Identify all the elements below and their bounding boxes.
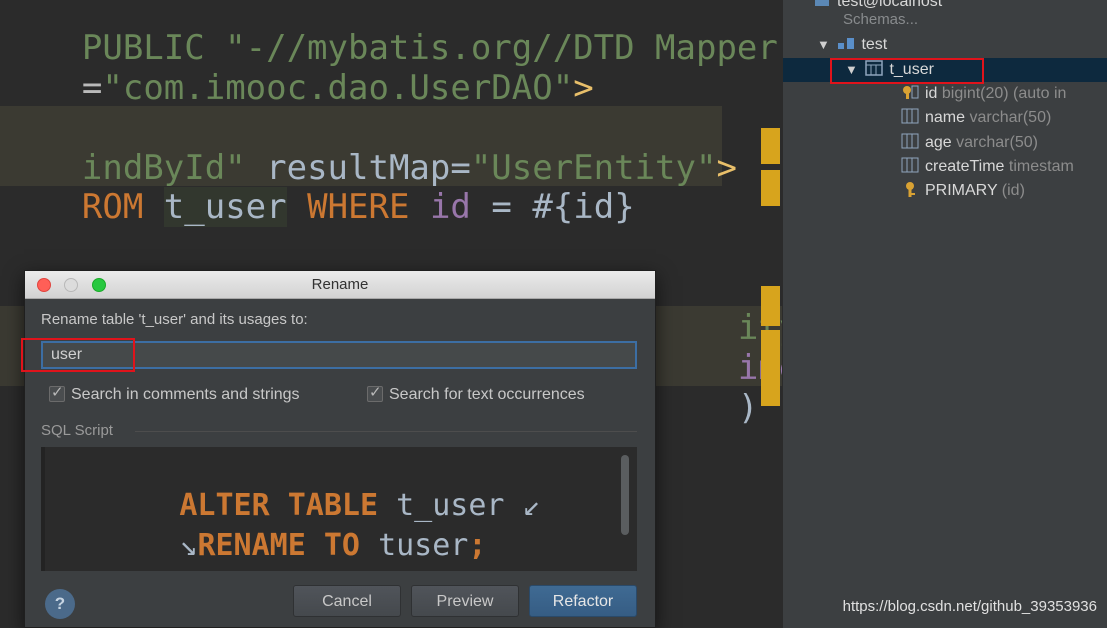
change-marker[interactable] xyxy=(761,330,780,406)
column-name: createTime xyxy=(925,158,1005,175)
soft-wrap-icon: ↙ xyxy=(522,488,541,523)
scrollbar-thumb[interactable] xyxy=(621,455,629,535)
change-marker[interactable] xyxy=(761,286,780,326)
code-line-4: ROM t_user WHERE id = #{id} xyxy=(0,147,635,267)
column-icon xyxy=(901,133,919,149)
dialog-title: Rename xyxy=(311,276,369,293)
sql-identifier: tuser xyxy=(378,528,469,563)
tree-item-column-name[interactable]: name varchar(50) xyxy=(901,106,1051,130)
annotation-box-table xyxy=(830,58,984,84)
search-comments-checkbox[interactable]: Search in comments and strings xyxy=(49,383,300,405)
sql-keyword: WHERE xyxy=(307,187,410,227)
column-name: age xyxy=(925,134,952,151)
code-tag: > xyxy=(716,148,737,188)
sql-script-label: SQL Script xyxy=(41,422,113,439)
schema-icon xyxy=(837,35,855,51)
sql-text: = #{id} xyxy=(470,187,635,227)
column-type: bigint(20) (auto in xyxy=(941,85,1067,102)
expand-arrow-icon[interactable]: ▼ xyxy=(817,33,833,57)
annotation-box-input xyxy=(21,338,135,372)
section-divider xyxy=(135,431,637,432)
checkbox-checked-icon[interactable] xyxy=(49,383,65,403)
column-type: varchar(50) xyxy=(956,134,1038,151)
search-text-checkbox[interactable]: Search for text occurrences xyxy=(367,383,585,405)
code-attr: = xyxy=(81,68,103,108)
cancel-button[interactable]: Cancel xyxy=(293,585,401,617)
key-column-icon xyxy=(901,84,919,100)
checkbox-label: Search in comments and strings xyxy=(71,386,300,403)
code-fragment: ) xyxy=(737,388,759,428)
tree-item-schema-test[interactable]: ▼ test xyxy=(817,33,887,57)
schema-label: test xyxy=(861,36,888,53)
code-line-7-right: ) xyxy=(656,348,758,468)
schemas-label: Schemas... xyxy=(843,11,919,28)
column-type: varchar(50) xyxy=(969,109,1052,126)
dialog-titlebar[interactable]: Rename xyxy=(25,271,655,299)
database-panel: test@localhost Schemas... ▼ test ▼ t_use… xyxy=(782,0,1107,628)
tree-item-primary-key[interactable]: PRIMARY (id) xyxy=(901,179,1025,203)
help-button[interactable]: ? xyxy=(45,589,75,619)
checkbox-checked-icon[interactable] xyxy=(367,383,383,403)
sql-field: id xyxy=(429,187,471,227)
datasource-icon xyxy=(813,0,831,8)
tree-item-column-createtime[interactable]: createTime timestam xyxy=(901,155,1074,179)
sql-keyword: ROM xyxy=(81,187,144,227)
change-marker[interactable] xyxy=(761,170,780,206)
rename-dialog: Rename Rename table 't_user' and its usa… xyxy=(24,270,656,628)
key-icon xyxy=(901,181,919,197)
column-name: id xyxy=(925,85,938,102)
soft-wrap-continue-icon: ↘ xyxy=(179,528,198,563)
watermark: https://blog.csdn.net/github_39353936 xyxy=(842,598,1097,615)
sql-script-preview[interactable]: ALTER TABLE t_user ↙ ↘RENAME TO tuser; xyxy=(41,447,637,571)
preview-button[interactable]: Preview xyxy=(411,585,519,617)
sql-semicolon: ; xyxy=(468,528,487,563)
change-marker[interactable] xyxy=(761,128,780,164)
sql-line-2: ↘RENAME TO tuser; xyxy=(71,489,486,571)
tree-item-column-id[interactable]: id bigint(20) (auto in xyxy=(901,82,1066,106)
key-columns: (id) xyxy=(1001,182,1025,199)
tree-item-schemas[interactable]: Schemas... xyxy=(843,8,918,32)
code-tag: > xyxy=(573,68,594,108)
column-type: timestam xyxy=(1008,158,1074,175)
sql-keyword: RENAME TO xyxy=(197,528,360,563)
refactor-button[interactable]: Refactor xyxy=(529,585,637,617)
tree-item-column-age[interactable]: age varchar(50) xyxy=(901,131,1038,155)
column-icon xyxy=(901,108,919,124)
code-string: "com.imooc.dao.UserDAO" xyxy=(102,68,574,108)
rename-prompt: Rename table 't_user' and its usages to: xyxy=(41,311,308,328)
column-name: name xyxy=(925,109,966,126)
checkbox-label: Search for text occurrences xyxy=(389,386,585,403)
sql-table-name: t_user xyxy=(163,187,287,227)
key-name: PRIMARY xyxy=(925,182,998,199)
column-icon xyxy=(901,157,919,173)
